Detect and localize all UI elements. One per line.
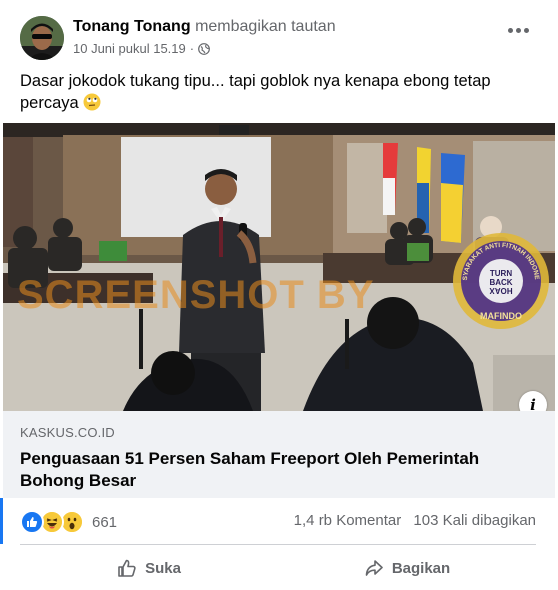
post-action-text: membagikan tautan xyxy=(195,18,336,35)
info-icon[interactable]: i xyxy=(519,391,547,411)
like-button[interactable]: Suka xyxy=(20,550,278,586)
badge-line-2: BACK xyxy=(489,278,512,287)
link-title[interactable]: Penguasaan 51 Persen Saham Freeport Oleh… xyxy=(20,448,540,492)
post-actions: Suka Bagikan xyxy=(20,550,536,586)
share-label: Bagikan xyxy=(391,559,451,577)
author-line: Tonang Tonang membagikan tautan xyxy=(73,18,336,36)
engagement-counts: 1,4 rb Komentar 103 Kali dibagikan xyxy=(286,512,536,529)
like-reaction-icon xyxy=(20,510,44,534)
badge-line-3: HOAX xyxy=(489,286,513,295)
reaction-summary[interactable]: 661 xyxy=(20,510,117,534)
post-header: Tonang Tonang membagikan tautan 10 Juni … xyxy=(20,14,542,62)
author-name[interactable]: Tonang Tonang xyxy=(73,18,191,35)
meta-separator: · xyxy=(189,41,195,56)
divider xyxy=(20,544,536,545)
avatar[interactable] xyxy=(20,16,64,60)
comment-count[interactable]: 1,4 rb Komentar xyxy=(294,512,402,529)
like-label: Suka xyxy=(145,559,181,577)
badge-line-1: TURN xyxy=(490,269,512,278)
rolling-eyes-emoji xyxy=(83,93,101,111)
post-stats: 661 1,4 rb Komentar 103 Kali dibagikan xyxy=(20,505,536,535)
thumbs-up-icon xyxy=(117,558,137,578)
badge-bottom-text: MAFINDO xyxy=(480,311,522,321)
link-domain: KASKUS.CO.ID xyxy=(20,425,115,440)
share-count[interactable]: 103 Kali dibagikan xyxy=(413,512,536,529)
more-options-icon[interactable] xyxy=(508,24,532,36)
globe-icon xyxy=(198,42,211,55)
post-timestamp[interactable]: 10 Juni pukul 15.19 xyxy=(73,41,186,56)
share-arrow-icon xyxy=(364,558,384,578)
link-preview[interactable]: KASKUS.CO.ID Penguasaan 51 Persen Saham … xyxy=(3,411,555,498)
post-text: Dasar jokodok tukang tipu... tapi goblok… xyxy=(20,70,530,114)
reaction-count[interactable]: 661 xyxy=(92,514,117,531)
post-meta: 10 Juni pukul 15.19 · xyxy=(73,41,211,56)
focus-indicator xyxy=(0,498,3,544)
screenshot-watermark: SCREENSHOT BY xyxy=(17,273,375,317)
share-button[interactable]: Bagikan xyxy=(278,550,536,586)
post-card: Tonang Tonang membagikan tautan 10 Juni … xyxy=(0,0,558,590)
link-preview-image[interactable]: TURN BACK HOAX MAFINDO MASYARAKAT ANTI F… xyxy=(3,123,555,411)
